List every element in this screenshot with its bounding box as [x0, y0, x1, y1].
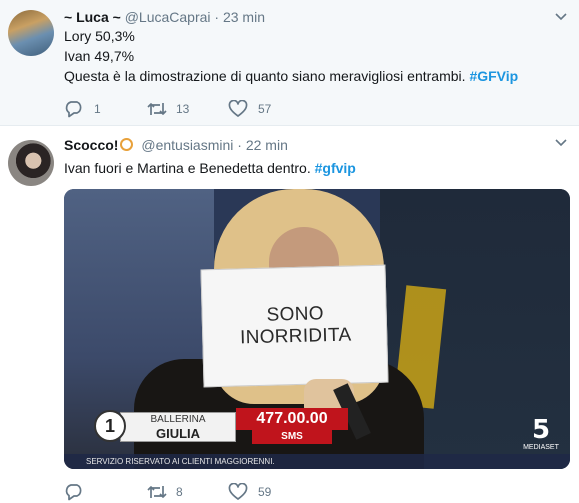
held-sign: SONO INORRIDITA: [200, 264, 389, 388]
chevron-down-icon[interactable]: [555, 10, 567, 24]
separator-dot: ·: [214, 9, 220, 25]
timestamp[interactable]: 23 min: [223, 9, 265, 25]
tweet-media-image[interactable]: SONO INORRIDITA BALLERINA GIULIA 1 477.0…: [64, 189, 570, 469]
avatar[interactable]: [8, 10, 54, 56]
contestant-box: BALLERINA GIULIA: [120, 412, 236, 442]
pretzel-emoji-icon: [120, 138, 134, 151]
separator-dot: ·: [237, 137, 242, 153]
chevron-down-icon[interactable]: [555, 136, 567, 150]
like-count: 59: [258, 485, 272, 499]
retweet-icon: [147, 486, 167, 498]
tweet[interactable]: ~ Luca ~ @LucaCaprai · 23 min Lory 50,3%…: [0, 0, 579, 126]
contestant-name: GIULIA: [155, 426, 201, 441]
timestamp[interactable]: 22 min: [246, 137, 288, 153]
vote-count: 477.00.00: [236, 408, 348, 430]
channel-name: MEDIASET: [523, 444, 559, 451]
reply-icon: [65, 101, 82, 118]
heart-icon: [228, 100, 248, 117]
tweet-header: Scocco! @entusiasmini · 22 min: [64, 136, 288, 154]
contestant-role: BALLERINA: [150, 414, 206, 425]
like-count: 57: [258, 102, 272, 116]
user-handle[interactable]: @entusiasmini: [141, 137, 233, 153]
tweet-text-line: Questa è la dimostrazione di quanto sian…: [64, 66, 518, 86]
user-handle[interactable]: @LucaCaprai: [125, 9, 211, 25]
hashtag-link[interactable]: #GFVip: [469, 68, 518, 84]
reply-count: 1: [94, 102, 101, 116]
tweet-header: ~ Luca ~ @LucaCaprai · 23 min: [64, 8, 265, 26]
disclaimer-ticker: SERVIZIO RISERVATO AI CLIENTI MAGGIORENN…: [64, 454, 570, 469]
retweet-icon: [147, 103, 167, 115]
channel-logo: 5 MEDIASET: [520, 417, 562, 453]
tweet-text-line: Ivan fuori e Martina e Benedetta dentro.…: [64, 158, 356, 178]
channel-number: 5: [531, 415, 551, 445]
display-name[interactable]: Scocco!: [64, 137, 118, 153]
reply-icon: [65, 484, 82, 501]
tweet-text-line: Ivan 49,7%: [64, 48, 135, 64]
retweet-count: 13: [176, 102, 190, 116]
tweet-text: Ivan fuori e Martina e Benedetta dentro.: [64, 160, 311, 176]
hashtag-link[interactable]: #gfvip: [315, 160, 356, 176]
tweet-text: Questa è la dimostrazione di quanto sian…: [64, 68, 466, 84]
vote-unit: SMS: [252, 430, 332, 444]
tweet-text-line: Lory 50,3%: [64, 28, 135, 44]
heart-icon: [228, 483, 248, 500]
tweet[interactable]: Scocco! @entusiasmini · 22 min Ivan fuor…: [0, 126, 579, 503]
sign-text: INORRIDITA: [239, 324, 352, 349]
display-name[interactable]: ~ Luca ~: [64, 9, 121, 25]
contestant-number: 1: [94, 410, 126, 442]
avatar[interactable]: [8, 140, 54, 186]
retweet-count: 8: [176, 485, 183, 499]
